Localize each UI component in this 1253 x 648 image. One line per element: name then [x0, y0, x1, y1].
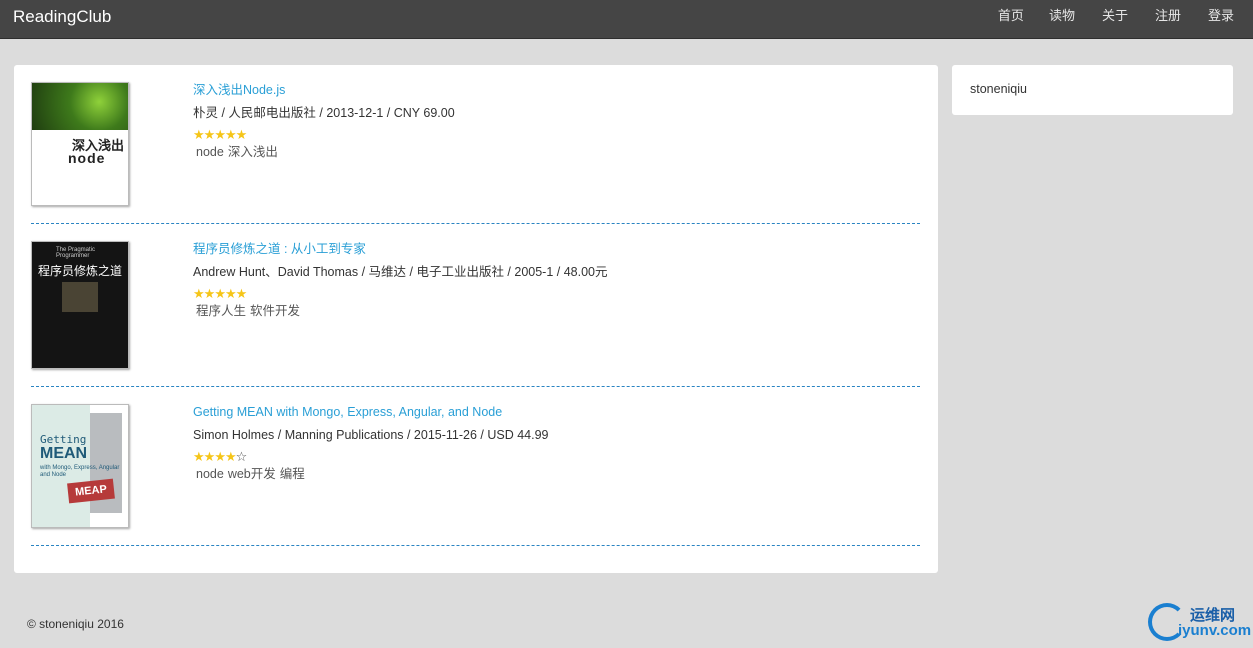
tag[interactable]: 编程	[280, 467, 305, 481]
tag[interactable]: 深入浅出	[228, 145, 278, 159]
star-filled-icon: ★	[224, 286, 237, 301]
watermark-logo: 运维网 iyunv.com	[1148, 600, 1252, 642]
cover-art	[62, 282, 98, 312]
tag[interactable]: node	[196, 145, 224, 159]
cover-tagline: with Mongo, Express, Angular and Node	[40, 465, 120, 478]
cover-art	[32, 83, 128, 130]
star-filled-icon: ★	[224, 127, 237, 142]
book-list-panel: 深入浅出 node 深入浅出Node.js 朴灵 / 人民邮电出版社 / 201…	[14, 65, 938, 573]
book-info: 程序员修炼之道 : 从小工到专家 Andrew Hunt、David Thoma…	[193, 241, 608, 320]
star-filled-icon: ★	[235, 286, 248, 301]
book-title-link[interactable]: 深入浅出Node.js	[193, 82, 455, 99]
brand-link[interactable]: ReadingClub	[13, 7, 111, 27]
nav-item-login[interactable]: 登录	[1208, 0, 1234, 39]
star-filled-icon: ★	[235, 127, 248, 142]
star-filled-icon: ★	[214, 449, 226, 464]
book-title-link[interactable]: 程序员修炼之道 : 从小工到专家	[193, 241, 608, 258]
nav-item-home[interactable]: 首页	[998, 0, 1024, 39]
tag[interactable]: web开发	[228, 467, 276, 481]
nav-item-reading[interactable]: 读物	[1049, 0, 1075, 39]
nav-menu: 首页 读物 关于 注册 登录	[998, 0, 1253, 39]
rating-stars: ★★★★☆	[193, 450, 549, 464]
book-cover[interactable]: 深入浅出 node	[31, 82, 129, 206]
nav-item-register[interactable]: 注册	[1155, 0, 1181, 39]
star-filled-icon: ★	[214, 127, 226, 142]
book-tags: 程序人生 软件开发	[193, 303, 608, 320]
star-filled-icon: ★	[224, 449, 237, 464]
star-filled-icon: ★	[203, 127, 216, 142]
book-info: 深入浅出Node.js 朴灵 / 人民邮电出版社 / 2013-12-1 / C…	[193, 82, 455, 161]
cover-subtitle: MEAN	[40, 445, 88, 462]
cover-title: The Pragmatic Programmer	[56, 247, 96, 259]
book-cover[interactable]: The Pragmatic Programmer 程序员修炼之道	[31, 241, 129, 369]
book-item: 深入浅出 node 深入浅出Node.js 朴灵 / 人民邮电出版社 / 201…	[31, 65, 920, 224]
star-empty-icon: ☆	[235, 449, 248, 464]
watermark-en: iyunv.com	[1178, 622, 1252, 639]
rating-stars: ★★★★★	[193, 128, 455, 142]
book-meta: 朴灵 / 人民邮电出版社 / 2013-12-1 / CNY 69.00	[193, 106, 455, 120]
tag[interactable]: 软件开发	[250, 304, 300, 318]
tag[interactable]: 程序人生	[196, 304, 246, 318]
rating-stars: ★★★★★	[193, 287, 608, 301]
star-filled-icon: ★	[193, 449, 205, 464]
book-meta: Simon Holmes / Manning Publications / 20…	[193, 428, 549, 442]
book-item: The Pragmatic Programmer 程序员修炼之道 程序员修炼之道…	[31, 224, 920, 387]
star-filled-icon: ★	[203, 449, 216, 464]
star-filled-icon: ★	[193, 127, 205, 142]
star-filled-icon: ★	[203, 286, 216, 301]
star-filled-icon: ★	[193, 286, 205, 301]
book-meta: Andrew Hunt、David Thomas / 马维达 / 电子工业出版社…	[193, 265, 608, 279]
navbar: ReadingClub 首页 读物 关于 注册 登录	[0, 0, 1253, 39]
username[interactable]: stoneniqiu	[970, 82, 1027, 96]
tag[interactable]: node	[196, 467, 224, 481]
footer-copyright: © stoneniqiu 2016	[27, 617, 124, 631]
book-cover[interactable]: Getting MEAN with Mongo, Express, Angula…	[31, 404, 129, 528]
star-filled-icon: ★	[214, 286, 226, 301]
book-tags: node web开发 编程	[193, 466, 549, 483]
book-title-link[interactable]: Getting MEAN with Mongo, Express, Angula…	[193, 404, 549, 421]
cover-subtitle: node	[68, 150, 106, 166]
user-panel: stoneniqiu	[952, 65, 1233, 115]
book-tags: node 深入浅出	[193, 144, 455, 161]
nav-item-about[interactable]: 关于	[1102, 0, 1128, 39]
cover-subtitle: 程序员修炼之道	[38, 264, 123, 278]
book-item: Getting MEAN with Mongo, Express, Angula…	[31, 387, 920, 546]
book-info: Getting MEAN with Mongo, Express, Angula…	[193, 404, 549, 483]
